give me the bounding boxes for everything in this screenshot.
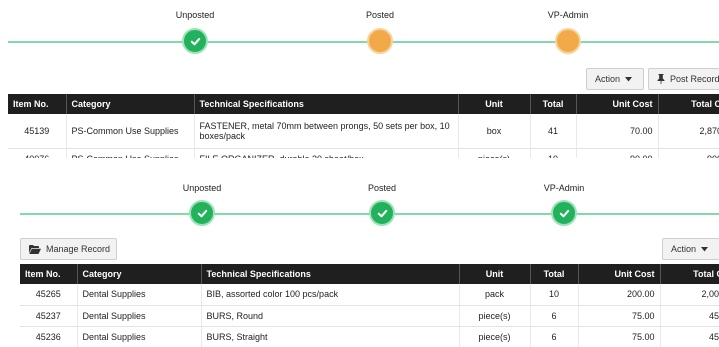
step-label-posted: Posted [365, 10, 395, 20]
purchase-request-panel-bottom: Unposted Posted VP-Admin Manage Record A… [0, 174, 719, 347]
cell-total: 10 [530, 148, 577, 158]
cell-total-cost: 2,000.00 [660, 284, 719, 306]
step-vp-admin-pending-icon [555, 28, 581, 54]
cell-item-no: 40076 [8, 148, 67, 158]
col-header-total: Total [530, 264, 579, 284]
col-header-total: Total [530, 94, 577, 114]
col-header-category: Category [66, 94, 195, 114]
cell-technical-specifications: FILE ORGANIZER, durable 30 sheet/box [194, 148, 459, 158]
col-header-unit: Unit [459, 264, 531, 284]
step-posted-pending-icon [367, 28, 393, 54]
cell-item-no: 45265 [20, 284, 78, 306]
col-header-technical-specifications: Technical Specifications [201, 264, 460, 284]
cell-unit: piece(s) [459, 305, 531, 327]
approval-stepper: Unposted Posted VP-Admin [0, 0, 719, 60]
stepper-line [8, 41, 719, 43]
items-table-bottom: Item No. Category Technical Specificatio… [20, 264, 719, 347]
col-header-total-cost: Total Cost [658, 94, 719, 114]
step-label-vp-admin: VP-Admin [543, 183, 585, 193]
cell-total: 6 [530, 326, 579, 347]
table-header-row: Item No. Category Technical Specificatio… [20, 264, 719, 284]
cell-unit-cost: 200.00 [578, 284, 661, 306]
col-header-item-no: Item No. [8, 94, 67, 114]
cell-technical-specifications: BURS, Round [201, 305, 460, 327]
panel-divider [0, 158, 719, 174]
cell-total: 10 [530, 284, 579, 306]
cell-unit-cost: 70.00 [576, 114, 659, 149]
step-posted-check-icon [369, 200, 395, 226]
step-label-posted: Posted [367, 183, 397, 193]
cell-item-no: 45236 [20, 326, 78, 347]
cell-category: PS-Common Use Supplies [66, 114, 195, 149]
cell-item-no: 45237 [20, 305, 78, 327]
cell-technical-specifications: BIB, assorted color 100 pcs/pack [201, 284, 460, 306]
col-header-item-no: Item No. [20, 264, 78, 284]
table-row[interactable]: 40076 PS-Common Use Supplies FILE ORGANI… [8, 148, 719, 158]
step-label-vp-admin: VP-Admin [547, 10, 589, 20]
items-table-top: Item No. Category Technical Specificatio… [8, 94, 719, 158]
approval-stepper: Unposted Posted VP-Admin [0, 174, 719, 234]
post-record-button[interactable]: Post Record [648, 68, 719, 90]
cell-unit: piece(s) [459, 326, 531, 347]
step-label-unposted: Unposted [182, 183, 222, 193]
col-header-unit-cost: Unit Cost [576, 94, 659, 114]
cell-category: Dental Supplies [77, 284, 202, 306]
step-vp-admin-check-icon [551, 200, 577, 226]
caret-down-icon [701, 246, 709, 251]
cell-category: Dental Supplies [77, 305, 202, 327]
cell-unit: box [458, 114, 531, 149]
cell-item-no: 45139 [8, 114, 67, 149]
folder-open-icon [29, 244, 41, 254]
col-header-unit-cost: Unit Cost [578, 264, 661, 284]
cell-total: 6 [530, 305, 579, 327]
cell-total-cost: 450.00 [660, 305, 719, 327]
action-dropdown-button[interactable]: Action [662, 238, 719, 260]
cell-unit: piece(s) [458, 148, 531, 158]
table-header-row: Item No. Category Technical Specificatio… [8, 94, 719, 114]
manage-record-button[interactable]: Manage Record [20, 238, 117, 260]
manage-record-button-label: Manage Record [46, 244, 111, 254]
caret-down-icon [625, 76, 633, 81]
cell-unit: pack [459, 284, 531, 306]
cell-total-cost: 900.00 [658, 148, 719, 158]
post-record-button-label: Post Record [670, 74, 719, 84]
cell-technical-specifications: FASTENER, metal 70mm between prongs, 50 … [194, 114, 459, 149]
cell-unit-cost: 75.00 [578, 326, 661, 347]
action-dropdown-button[interactable]: Action [586, 68, 644, 90]
cell-unit-cost: 75.00 [578, 305, 661, 327]
col-header-total-cost: Total Cost [660, 264, 719, 284]
cell-category: PS-Common Use Supplies [66, 148, 195, 158]
action-button-label: Action [595, 74, 621, 84]
purchase-request-panel-top: Unposted Posted VP-Admin Action Post Rec… [0, 0, 719, 158]
table-row[interactable]: 45237 Dental Supplies BURS, Round piece(… [20, 305, 719, 327]
col-header-technical-specifications: Technical Specifications [194, 94, 459, 114]
cell-total: 41 [530, 114, 577, 149]
cell-unit-cost: 90.00 [576, 148, 659, 158]
table-row[interactable]: 45236 Dental Supplies BURS, Straight pie… [20, 326, 719, 347]
step-unposted-check-icon [182, 28, 208, 54]
cell-technical-specifications: BURS, Straight [201, 326, 460, 347]
cell-category: Dental Supplies [77, 326, 202, 347]
table-row[interactable]: 45265 Dental Supplies BIB, assorted colo… [20, 284, 719, 306]
step-unposted-check-icon [189, 200, 215, 226]
table-row[interactable]: 45139 PS-Common Use Supplies FASTENER, m… [8, 114, 719, 149]
step-label-unposted: Unposted [175, 10, 215, 20]
col-header-unit: Unit [458, 94, 531, 114]
col-header-category: Category [77, 264, 202, 284]
cell-total-cost: 450.00 [660, 326, 719, 347]
pin-icon [657, 74, 665, 84]
action-button-label: Action [671, 244, 697, 254]
cell-total-cost: 2,870.00 [658, 114, 719, 149]
